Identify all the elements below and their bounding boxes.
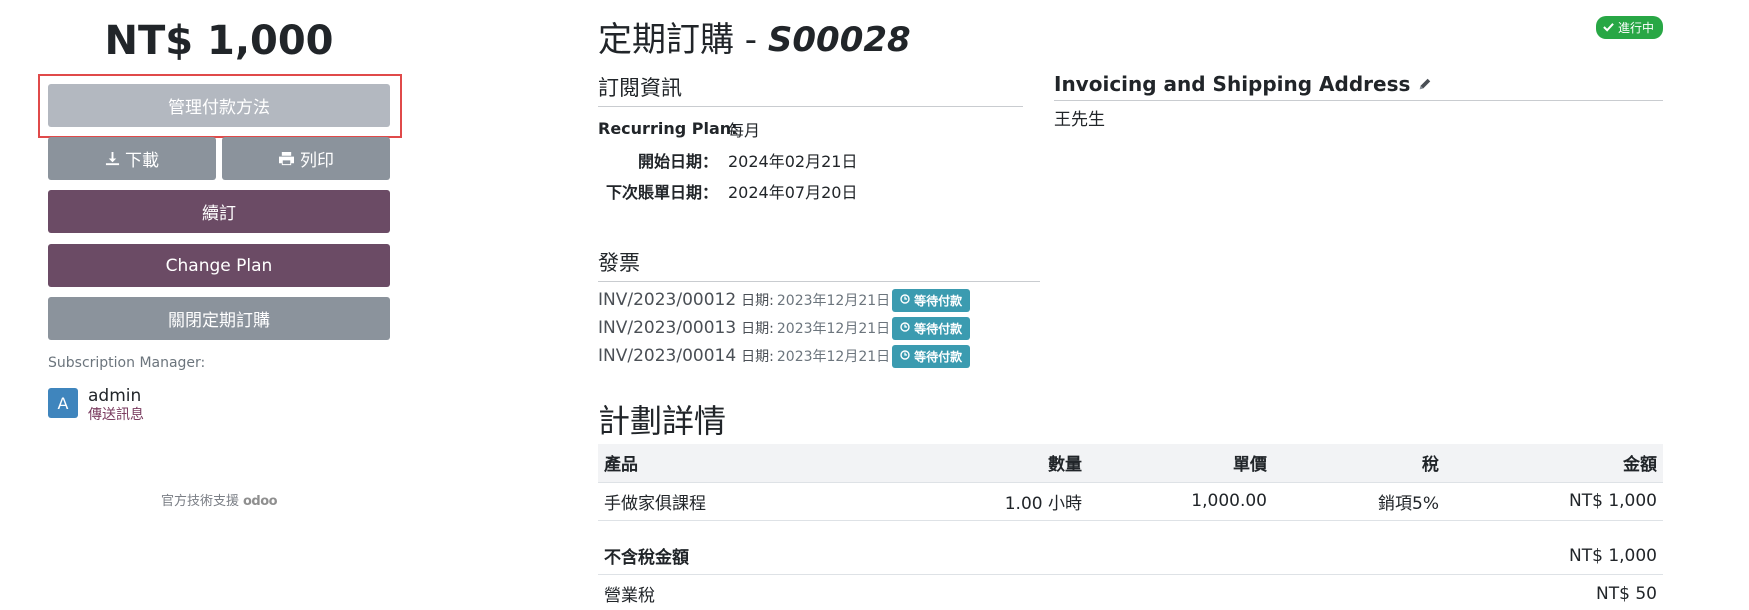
powered-by: 官方技術支援 odoo [48, 490, 390, 509]
invoice-date-label: 日期: [741, 349, 774, 365]
amount-cell: NT$ 1,000 [1445, 482, 1663, 521]
page-title-prefix: 定期訂購 - [598, 20, 768, 60]
invoice-status: 等待付款 [914, 321, 963, 336]
list-item: INV/2023/00013 日期: 2023年12月21日 等待付款 [598, 314, 1040, 342]
invoice-date: 2023年12月21日 [776, 293, 891, 309]
download-button[interactable]: 下載 [48, 137, 216, 180]
invoice-date-label: 日期: [741, 293, 774, 309]
send-message-link[interactable]: 傳送訊息 [88, 406, 144, 424]
address-heading: Invoicing and Shipping Address [1054, 72, 1663, 101]
subscription-manager: A admin 傳送訊息 [48, 386, 144, 424]
manager-name: admin [88, 386, 142, 406]
product-cell: 手做家俱課程 [598, 482, 938, 521]
address-name: 王先生 [1054, 110, 1105, 130]
info-row-start-date: 開始日期： 2024年02月21日 [598, 144, 1023, 175]
invoice-link[interactable]: INV/2023/00013 [598, 318, 736, 338]
tax-cell: 銷項5% [1273, 482, 1445, 521]
column-header-product: 產品 [598, 444, 938, 483]
invoice-date: 2023年12月21日 [776, 321, 891, 337]
tax-total-row: 營業稅 NT$ 50 [598, 575, 1663, 610]
tax-value: NT$ 50 [1596, 583, 1657, 604]
check-icon [1603, 21, 1614, 35]
table-header-row: 產品 數量 單價 稅 金額 [598, 444, 1663, 483]
invoicing-shipping-address: Invoicing and Shipping Address 王先生 [1054, 72, 1663, 130]
tax-label: 營業稅 [604, 586, 655, 606]
invoices-heading: 發票 [598, 247, 1040, 282]
invoice-date: 2023年12月21日 [776, 349, 891, 365]
untaxed-total-row: 不含稅金額 NT$ 1,000 [598, 537, 1663, 575]
download-label: 下載 [125, 151, 159, 171]
status-badge: 等待付款 [892, 316, 971, 340]
subscription-info: 訂閱資訊 Recurring Plan: 每月 開始日期： 2024年02月21… [598, 72, 1023, 206]
list-item: INV/2023/00012 日期: 2023年12月21日 等待付款 [598, 286, 1040, 314]
invoice-date-label: 日期: [741, 321, 774, 337]
print-label: 列印 [300, 151, 334, 171]
download-print-row: 下載 列印 [48, 137, 390, 180]
status-badge: 等待付款 [892, 344, 971, 368]
quantity-cell: 1.00 小時 [938, 482, 1088, 521]
clock-icon [900, 349, 910, 363]
info-value: 每月 [728, 120, 761, 140]
column-header-amount: 金額 [1445, 444, 1663, 483]
list-item: INV/2023/00014 日期: 2023年12月21日 等待付款 [598, 342, 1040, 370]
print-button[interactable]: 列印 [222, 137, 390, 180]
untaxed-value: NT$ 1,000 [1569, 545, 1657, 566]
subscription-info-table: Recurring Plan: 每月 開始日期： 2024年02月21日 下次賬… [598, 113, 1023, 206]
avatar: A [48, 388, 78, 418]
address-heading-label: Invoicing and Shipping Address [1054, 72, 1411, 96]
table-row: 手做家俱課程 1.00 小時 1,000.00 銷項5% NT$ 1,000 [598, 482, 1663, 521]
invoice-status: 等待付款 [914, 349, 963, 364]
status-badge: 進行中 [1595, 16, 1663, 39]
info-row-recurring-plan: Recurring Plan: 每月 [598, 113, 1023, 144]
manage-payment-button[interactable]: 管理付款方法 [48, 84, 390, 127]
info-value: 2024年07月20日 [728, 182, 858, 202]
total-amount: NT$ 1,000 [104, 18, 334, 64]
page-title: 定期訂購 - S00028 [598, 12, 911, 61]
info-row-next-invoice-date: 下次賬單日期： 2024年07月20日 [598, 175, 1023, 206]
status-label: 進行中 [1617, 21, 1654, 35]
odoo-logo[interactable]: odoo [243, 494, 278, 509]
powered-by-label: 官方技術支援 [160, 494, 239, 509]
clock-icon [900, 321, 910, 335]
plan-details-heading: 計劃詳情 [598, 402, 727, 440]
column-header-unit-price: 單價 [1088, 444, 1273, 483]
subscription-manager-label: Subscription Manager: [48, 355, 206, 371]
print-icon [278, 151, 295, 166]
column-header-tax: 稅 [1273, 444, 1445, 483]
renew-button[interactable]: 續訂 [48, 190, 390, 233]
pencil-icon[interactable] [1418, 72, 1432, 96]
close-subscription-button[interactable]: 關閉定期訂購 [48, 297, 390, 340]
info-label: 開始日期： [637, 151, 718, 171]
invoice-list: INV/2023/00012 日期: 2023年12月21日 等待付款 INV/… [598, 286, 1040, 370]
untaxed-label: 不含稅金額 [604, 548, 689, 568]
subscription-info-heading: 訂閱資訊 [598, 72, 1023, 107]
status-badge: 等待付款 [892, 288, 971, 312]
sidebar: NT$ 1,000 管理付款方法 下載 列印 續訂 Change Plan 關閉… [38, 0, 402, 509]
totals: 不含稅金額 NT$ 1,000 營業稅 NT$ 50 [598, 537, 1663, 610]
invoice-link[interactable]: INV/2023/00014 [598, 346, 736, 366]
change-plan-button[interactable]: Change Plan [48, 244, 390, 287]
invoice-status: 等待付款 [914, 293, 963, 308]
plan-table: 產品 數量 單價 稅 金額 手做家俱課程 1.00 小時 1,000.00 銷項… [598, 444, 1663, 521]
subscription-reference: S00028 [767, 20, 911, 60]
info-value: 2024年02月21日 [728, 151, 858, 171]
download-icon [105, 151, 120, 166]
unit-price-cell: 1,000.00 [1088, 482, 1273, 521]
clock-icon [900, 293, 910, 307]
invoice-link[interactable]: INV/2023/00012 [598, 290, 736, 310]
invoices-section: 發票 INV/2023/00012 日期: 2023年12月21日 等待付款 I… [598, 247, 1040, 370]
info-label: Recurring Plan: [598, 119, 738, 138]
column-header-quantity: 數量 [938, 444, 1088, 483]
info-label: 下次賬單日期： [605, 182, 718, 202]
